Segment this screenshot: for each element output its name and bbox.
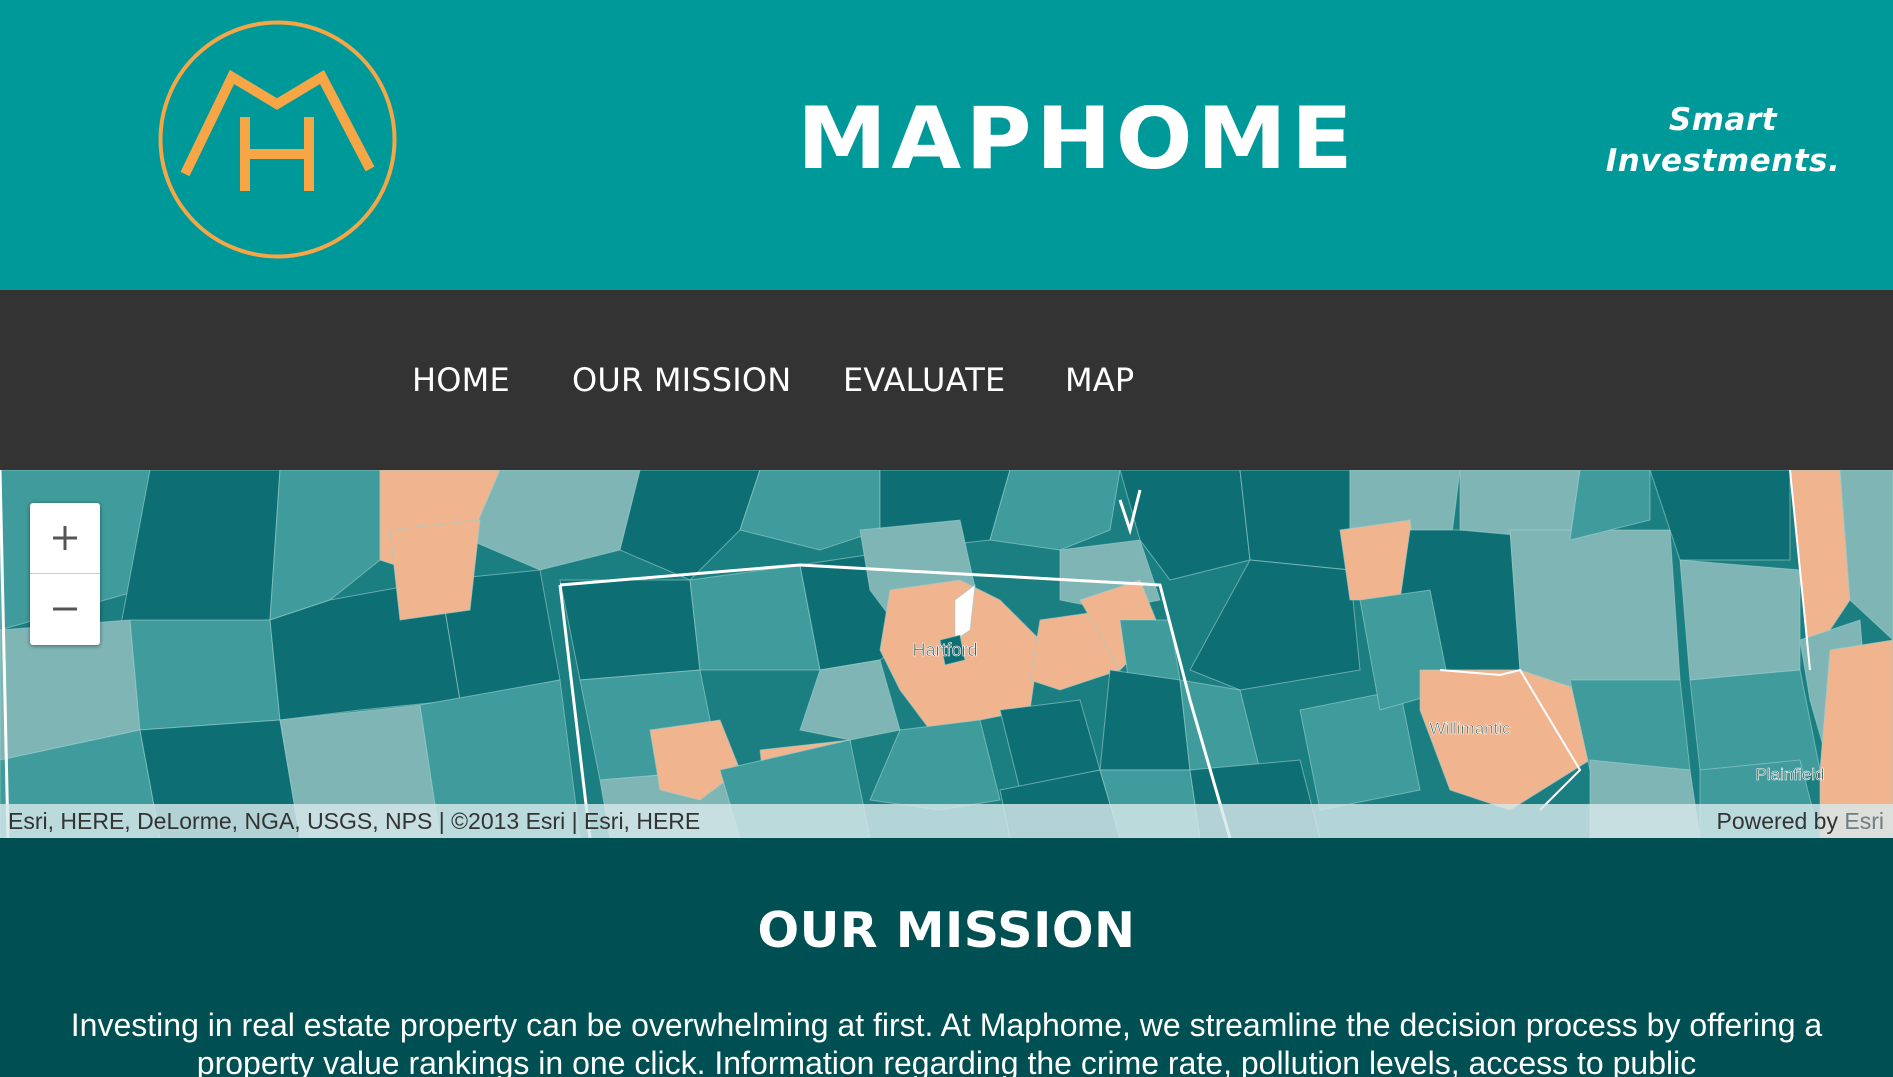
main-nav: HOME OUR MISSION EVALUATE MAP xyxy=(0,290,1893,470)
nav-home[interactable]: HOME xyxy=(412,355,510,405)
mh-logo-icon[interactable] xyxy=(157,19,398,260)
site-header: MAPHOME Smart Investments. xyxy=(0,0,1893,290)
map-label-willimantic: Willimantic xyxy=(1429,719,1511,738)
powered-by: Powered by Esri xyxy=(1717,808,1884,835)
mission-body: Investing in real estate property can be… xyxy=(70,1007,1823,1077)
choropleth-map[interactable]: Hartford Willimantic Plainfield Esri, HE… xyxy=(0,470,1893,838)
powered-by-label: Powered by xyxy=(1716,808,1838,834)
zoom-in-button[interactable] xyxy=(30,503,100,574)
map-canvas[interactable]: Hartford Willimantic Plainfield xyxy=(0,470,1893,838)
esri-link[interactable]: Esri xyxy=(1844,808,1884,834)
plus-icon xyxy=(53,526,77,550)
brand-wordmark[interactable]: MAPHOME xyxy=(795,89,1360,189)
zoom-control xyxy=(30,503,100,645)
map-label-hartford: Hartford xyxy=(912,640,977,660)
tagline: Smart Investments. xyxy=(1593,100,1853,182)
nav-our-mission[interactable]: OUR MISSION xyxy=(572,355,791,405)
mission-section: OUR MISSION Investing in real estate pro… xyxy=(0,838,1893,1077)
map-label-plainfield: Plainfield xyxy=(1756,765,1825,784)
map-attribution-bar: Esri, HERE, DeLorme, NGA, USGS, NPS | ©2… xyxy=(0,804,1893,838)
brand-name: MAPHOME xyxy=(797,105,1357,171)
zoom-out-button[interactable] xyxy=(30,574,100,644)
tagline-line-2: Investments. xyxy=(1605,143,1841,179)
nav-map[interactable]: MAP xyxy=(1065,355,1134,405)
nav-evaluate[interactable]: EVALUATE xyxy=(843,355,1005,405)
map-attribution: Esri, HERE, DeLorme, NGA, USGS, NPS | ©2… xyxy=(8,808,701,834)
tagline-line-1: Smart xyxy=(1668,102,1778,138)
mission-heading: OUR MISSION xyxy=(757,902,1136,959)
minus-icon xyxy=(53,607,77,611)
